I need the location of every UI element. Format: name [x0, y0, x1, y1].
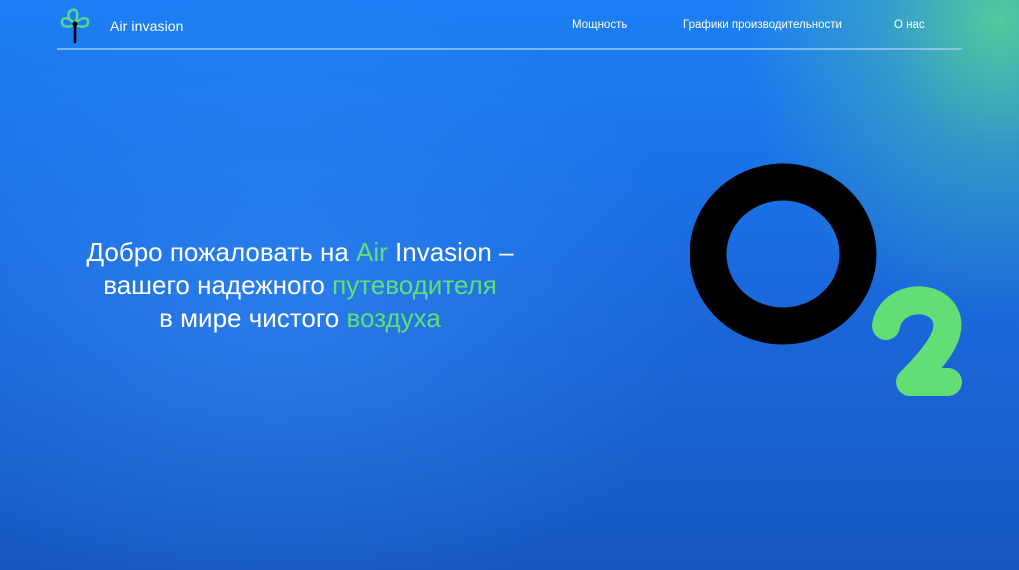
fan-icon[interactable] [59, 8, 91, 44]
hero-headline: Добро пожаловать на Air Invasion – вашег… [40, 236, 560, 335]
nav-item-power[interactable]: Мощность [572, 19, 627, 31]
hero-line-1: Добро пожаловать на Air Invasion – [40, 236, 560, 269]
nav-item-performance-charts[interactable]: Графики производительности [683, 19, 842, 31]
brand-name[interactable]: Air invasion [110, 18, 184, 34]
hero-accent-text: Air [356, 237, 388, 267]
hero-text: Invasion – [387, 237, 514, 267]
hero-accent-text: воздуха [346, 303, 441, 333]
hero-line-3: в мире чистого воздуха [40, 302, 560, 335]
hero-line-2: вашего надежного путеводителя [40, 269, 560, 302]
hero-text: в мире чистого [159, 303, 347, 333]
hero-text: вашего надежного [103, 270, 333, 300]
nav-item-about[interactable]: О нас [894, 19, 925, 31]
hero-accent-text: путеводителя [332, 270, 497, 300]
subscript-two [872, 286, 962, 396]
hero-text: Добро пожаловать на [86, 237, 356, 267]
oxygen-letter-o [689, 163, 877, 345]
o2-molecule-graphic [689, 160, 970, 420]
top-navigation-bar: Air invasion Мощность Графики производит… [57, 0, 962, 50]
